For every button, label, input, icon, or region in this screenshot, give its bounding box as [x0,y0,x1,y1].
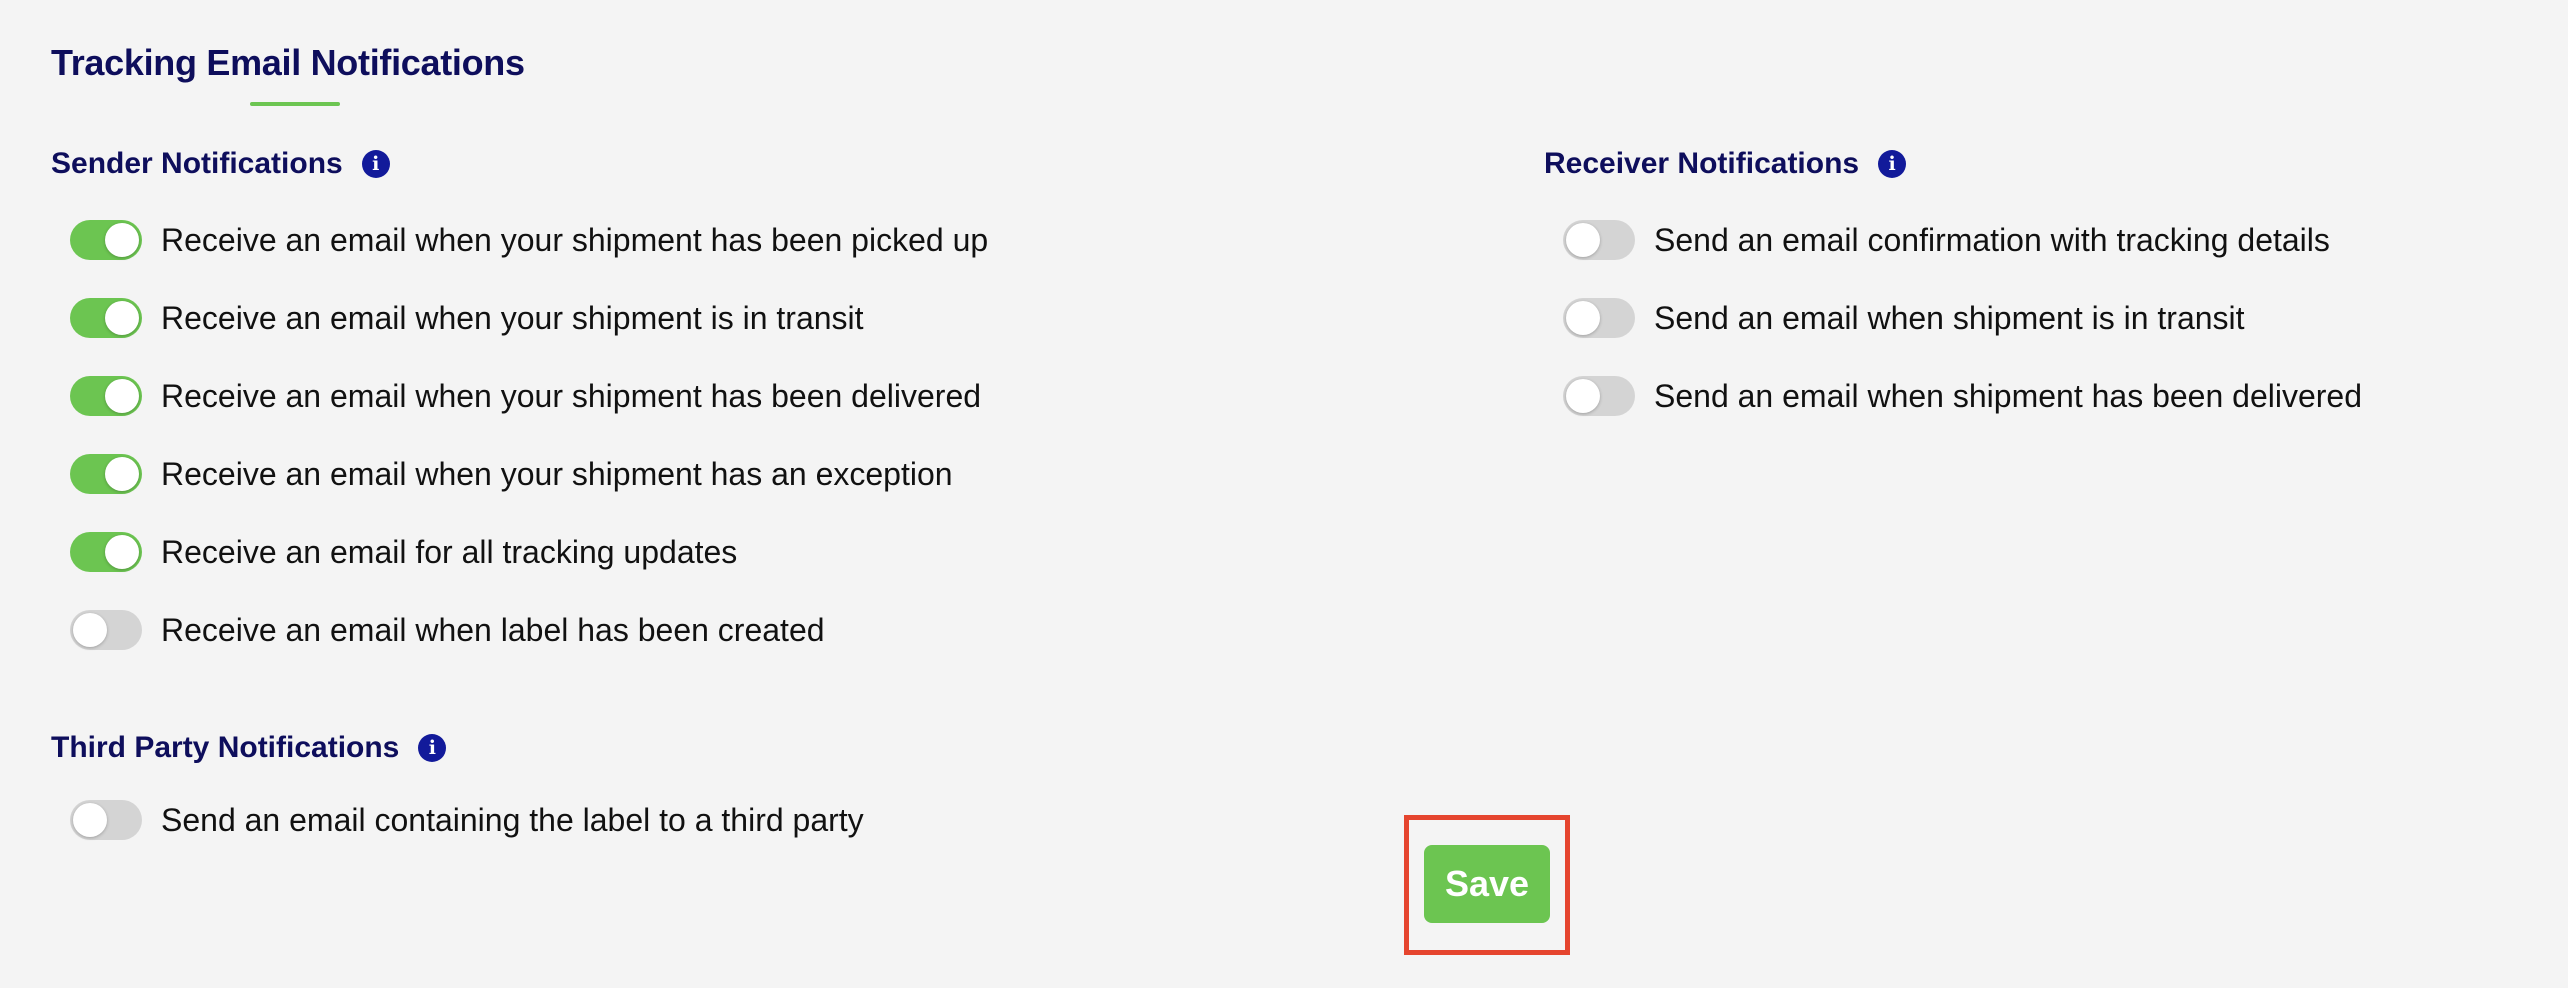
toggle-label: Receive an email when your shipment is i… [161,299,864,336]
toggle-switch[interactable] [1563,376,1635,416]
receiver-notifications-section: Receiver Notifications i Send an email c… [1544,144,2544,444]
toggle-knob [1566,223,1600,257]
toggle-row: Receive an email when your shipment has … [51,218,988,262]
toggle-knob [105,301,139,335]
info-icon[interactable]: i [361,150,390,178]
toggle-label: Send an email when shipment has been del… [1654,377,2363,414]
toggle-switch[interactable] [70,298,142,338]
toggle-label: Receive an email when label has been cre… [161,611,825,648]
toggle-switch[interactable] [70,376,142,416]
toggle-row: Send an email when shipment has been del… [1544,374,2362,418]
toggle-knob [1566,379,1600,413]
sender-notifications-header: Sender Notifications i [51,144,1451,184]
section-title: Sender Notifications [51,147,343,180]
section-title: Receiver Notifications [1544,147,1860,180]
toggle-knob [105,535,139,569]
toggle-switch[interactable] [70,610,142,650]
toggle-knob [105,223,139,257]
info-icon[interactable]: i [418,734,447,762]
toggle-knob [105,457,139,491]
third-party-notifications-section: Third Party Notifications i Send an emai… [51,728,1351,868]
toggle-row: Receive an email when label has been cre… [51,608,825,652]
title-underline [250,102,340,106]
info-icon[interactable]: i [1878,150,1907,178]
sender-notifications-section: Sender Notifications i Receive an email … [51,144,1451,664]
toggle-label: Receive an email when your shipment has … [161,377,982,414]
toggle-label: Receive an email when your shipment has … [161,455,953,492]
toggle-row: Receive an email for all tracking update… [51,530,737,574]
toggle-switch[interactable] [70,454,142,494]
toggle-knob [105,379,139,413]
toggle-switch[interactable] [70,800,142,840]
toggle-row: Send an email when shipment is in transi… [1544,296,2245,340]
toggle-label: Send an email confirmation with tracking… [1654,221,2330,258]
toggle-label: Receive an email when your shipment has … [161,221,989,258]
notification-settings-page: Tracking Email Notifications Sender Noti… [0,0,2568,988]
receiver-notifications-header: Receiver Notifications i [1544,144,2544,184]
save-button[interactable]: Save [1424,845,1550,923]
toggle-row: Receive an email when your shipment has … [51,374,981,418]
toggle-knob [1566,301,1600,335]
toggle-label: Send an email containing the label to a … [161,801,864,838]
toggle-knob [73,803,107,837]
toggle-switch[interactable] [1563,220,1635,260]
toggle-switch[interactable] [1563,298,1635,338]
toggle-switch[interactable] [70,532,142,572]
section-title: Third Party Notifications [51,731,400,764]
toggle-row: Send an email confirmation with tracking… [1544,218,2330,262]
toggle-row: Send an email containing the label to a … [51,798,864,842]
toggle-row: Receive an email when your shipment has … [51,452,953,496]
toggle-label: Receive an email for all tracking update… [161,533,738,570]
toggle-row: Receive an email when your shipment is i… [51,296,864,340]
third-party-notifications-header: Third Party Notifications i [51,728,1351,768]
toggle-switch[interactable] [70,220,142,260]
toggle-label: Send an email when shipment is in transi… [1654,299,2245,336]
toggle-knob [73,613,107,647]
page-title: Tracking Email Notifications [51,42,525,83]
